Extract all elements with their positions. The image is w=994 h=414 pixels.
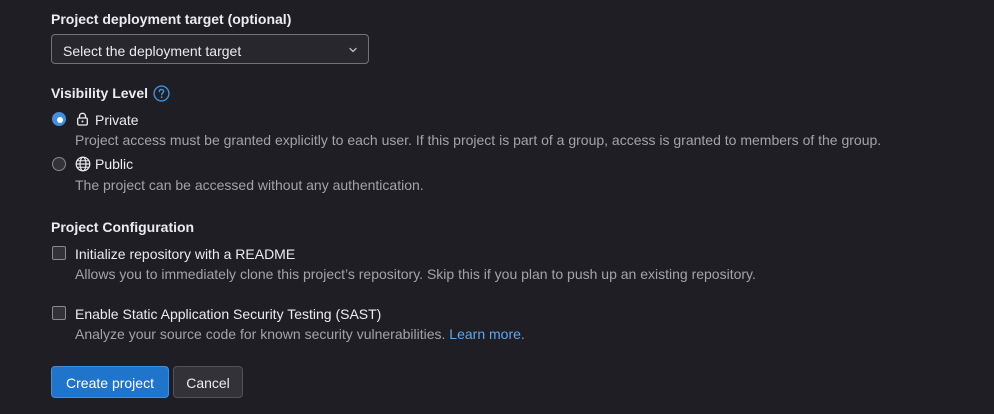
deployment-target-label: Project deployment target (optional) bbox=[51, 11, 292, 27]
enable-sast-checkbox[interactable] bbox=[52, 306, 66, 320]
chevron-down-icon bbox=[349, 47, 357, 53]
initialize-readme-label: Initialize repository with a README bbox=[75, 246, 296, 262]
initialize-readme-description: Allows you to immediately clone this pro… bbox=[75, 266, 756, 282]
enable-sast-label: Enable Static Application Security Testi… bbox=[75, 306, 382, 322]
learn-more-link[interactable]: Learn more. bbox=[449, 326, 524, 342]
visibility-private-description: Project access must be granted explicitl… bbox=[75, 132, 882, 148]
deployment-target-select-value: Select the deployment target bbox=[63, 43, 242, 59]
visibility-private-label: Private bbox=[95, 112, 139, 128]
enable-sast-description: Analyze your source code for known secur… bbox=[75, 326, 446, 342]
lock-icon bbox=[77, 112, 88, 126]
visibility-public-description: The project can be accessed without any … bbox=[75, 177, 424, 193]
initialize-readme-checkbox[interactable] bbox=[52, 246, 66, 260]
project-configuration-label: Project Configuration bbox=[51, 219, 195, 235]
visibility-private-radio[interactable] bbox=[52, 112, 66, 126]
visibility-public-radio[interactable] bbox=[52, 157, 66, 171]
question-circle-icon[interactable] bbox=[153, 85, 170, 102]
cancel-button[interactable]: Cancel bbox=[173, 366, 243, 398]
enable-sast-description-line: Analyze your source code for known secur… bbox=[75, 325, 525, 343]
new-project-form: Project deployment target (optional) Sel… bbox=[0, 0, 994, 414]
deployment-target-select[interactable]: Select the deployment target bbox=[51, 34, 369, 64]
globe-icon bbox=[75, 156, 91, 172]
visibility-public-label: Public bbox=[95, 156, 134, 172]
create-project-button[interactable]: Create project bbox=[51, 366, 169, 398]
visibility-level-label: Visibility Level bbox=[51, 85, 149, 101]
